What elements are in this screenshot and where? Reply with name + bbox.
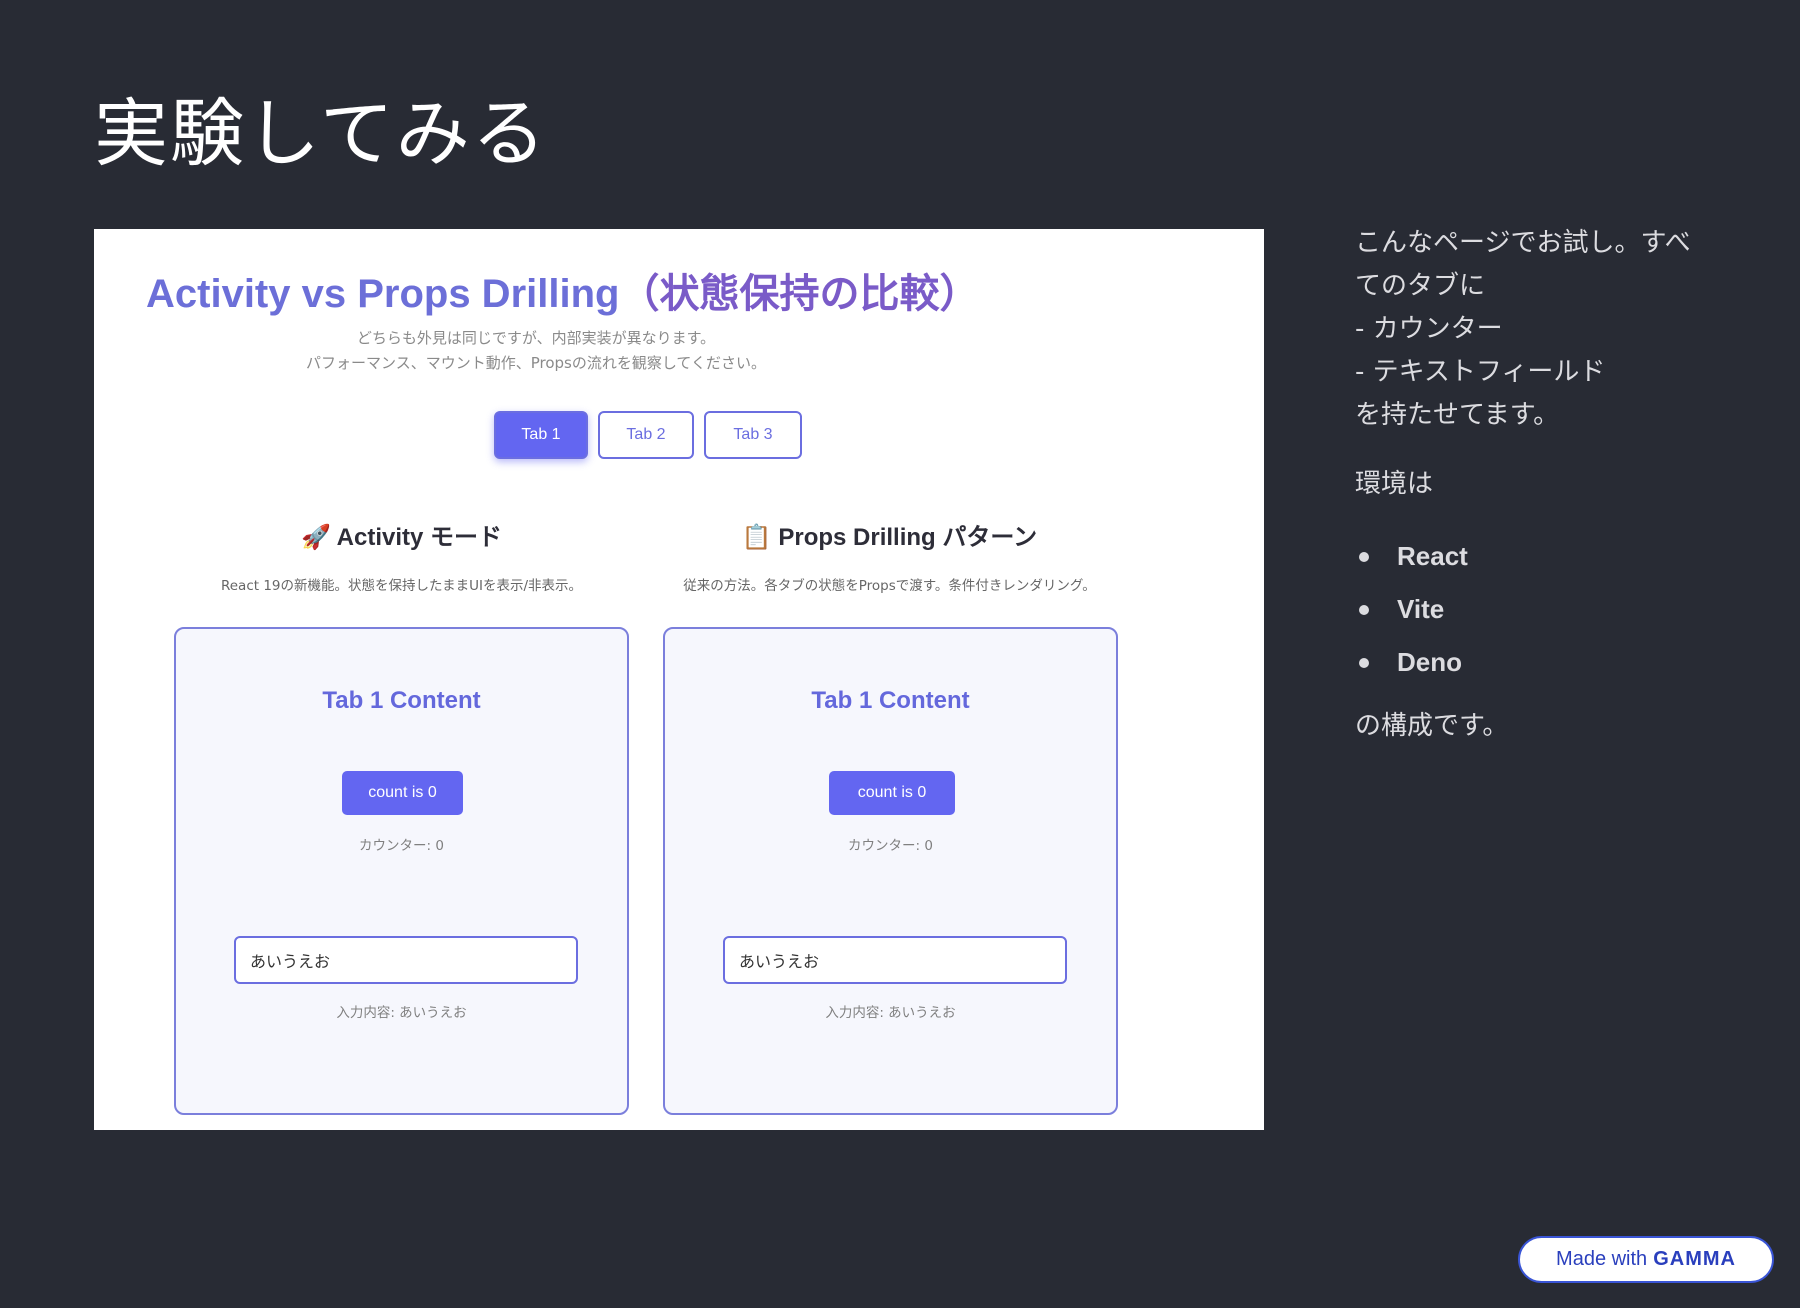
- activity-heading: 🚀 Activity モード: [174, 517, 629, 552]
- demo-subtitle-line1: どちらも外見は同じですが、内部実装が異なります。: [356, 329, 716, 347]
- props-panel-title: Tab 1 Content: [811, 687, 970, 714]
- activity-heading-text: Activity モード: [336, 524, 503, 551]
- props-text-input[interactable]: [723, 936, 1067, 984]
- bullet-icon: [1359, 604, 1369, 615]
- props-input-label: 入力内容: あいうえお: [825, 1005, 956, 1021]
- env-item-deno: Deno: [1397, 647, 1462, 677]
- list-item: Vite: [1355, 583, 1468, 636]
- gamma-logo: GAMMA: [1653, 1248, 1736, 1270]
- demo-title-en: Activity vs Props Drilling: [146, 272, 620, 316]
- slide-title: 実験してみる: [94, 91, 548, 177]
- demo-screenshot: Activity vs Props Drilling（状態保持の比較） どちらも…: [94, 229, 1264, 1130]
- bullet-icon: [1359, 551, 1369, 562]
- tab-1[interactable]: Tab 1: [494, 411, 588, 459]
- list-item: Deno: [1355, 636, 1468, 689]
- env-item-vite: Vite: [1397, 594, 1445, 624]
- badge-prefix: Made with: [1556, 1248, 1648, 1270]
- rocket-icon: 🚀: [300, 524, 331, 551]
- props-heading: 📋 Props Drilling パターン: [662, 517, 1117, 552]
- demo-title-ja: （状態保持の比較）: [619, 272, 980, 316]
- list-item: React: [1355, 530, 1468, 583]
- activity-input-label: 入力内容: あいうえお: [336, 1005, 467, 1021]
- tab-bar: Tab 1 Tab 2 Tab 3: [494, 411, 802, 459]
- activity-description: React 19の新機能。状態を保持したままUIを表示/非表示。: [220, 578, 583, 594]
- activity-panel: Tab 1 Content count is 0 カウンター: 0 入力内容: …: [174, 627, 629, 1115]
- tab-3[interactable]: Tab 3: [704, 411, 802, 459]
- activity-count-button[interactable]: count is 0: [342, 771, 463, 815]
- side-notes: こんなページでお試し。すべ てのタブに - カウンター - テキストフィールド …: [1355, 222, 1735, 437]
- props-counter-label: カウンター: 0: [848, 838, 933, 854]
- env-label: 環境は: [1355, 469, 1434, 499]
- clipboard-icon: 📋: [741, 524, 772, 551]
- props-description: 従来の方法。各タブの状態をPropsで渡す。条件付きレンダリング。: [683, 578, 1096, 594]
- side-intro: こんなページでお試し。すべ てのタブに - カウンター - テキストフィールド …: [1355, 228, 1691, 430]
- activity-panel-title: Tab 1 Content: [322, 687, 481, 714]
- env-item-react: React: [1397, 541, 1468, 571]
- props-count-button[interactable]: count is 0: [829, 771, 955, 815]
- made-with-gamma-badge[interactable]: Made with GAMMA: [1518, 1236, 1774, 1283]
- props-panel: Tab 1 Content count is 0 カウンター: 0 入力内容: …: [663, 627, 1118, 1115]
- bullet-icon: [1359, 657, 1369, 668]
- demo-subtitle-line2: パフォーマンス、マウント動作、Propsの流れを観察してください。: [306, 354, 766, 372]
- demo-title: Activity vs Props Drilling（状態保持の比較）: [94, 261, 979, 319]
- activity-text-input[interactable]: [234, 936, 578, 984]
- env-list: React Vite Deno: [1355, 530, 1468, 689]
- activity-counter-label: カウンター: 0: [359, 838, 444, 854]
- props-heading-text: Props Drilling パターン: [778, 524, 1038, 551]
- tab-2[interactable]: Tab 2: [598, 411, 694, 459]
- side-tail: の構成です。: [1355, 711, 1509, 741]
